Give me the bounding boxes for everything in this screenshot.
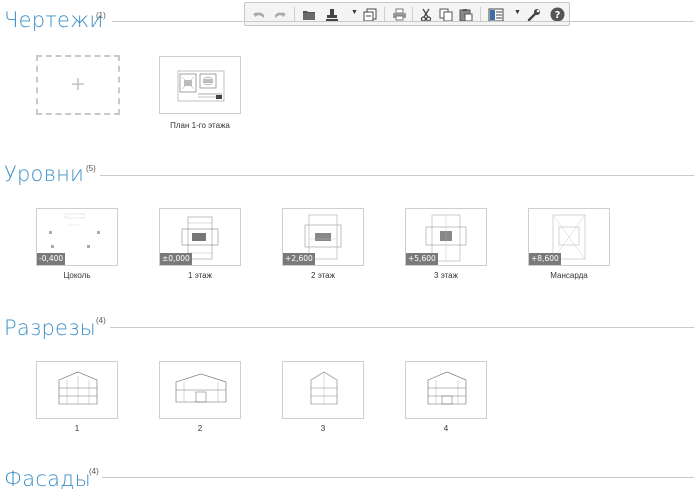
- level-thumbnail[interactable]: +8,600: [528, 208, 610, 266]
- section-view-label: 4: [443, 424, 449, 433]
- toolbar-separator: [294, 7, 295, 22]
- level-thumbnail[interactable]: +2,600: [282, 208, 364, 266]
- level-label: 3 этаж: [434, 271, 458, 280]
- section-divider: [112, 21, 694, 22]
- section-title-levels: Уровни: [4, 162, 85, 186]
- svg-text:?: ?: [554, 10, 560, 21]
- section-count-facades: (4): [89, 467, 99, 476]
- section-divider: [100, 175, 694, 176]
- section-divider: [110, 327, 694, 328]
- elevation-badge: +8,600: [529, 253, 561, 265]
- section-title-sections: Разрезы: [4, 316, 96, 340]
- section-view-label: 2: [197, 424, 203, 433]
- section-view-thumbnail[interactable]: [282, 361, 364, 419]
- level-thumbnail[interactable]: ±0,000: [159, 208, 241, 266]
- section-count-levels: (5): [86, 164, 96, 173]
- stamp-dropdown-icon[interactable]: ▼: [351, 9, 358, 19]
- plus-icon: +: [70, 71, 85, 98]
- toolbar: ▼ ▼ ?: [244, 2, 570, 26]
- level-thumbnail[interactable]: +5,600: [405, 208, 487, 266]
- toolbar-separator: [384, 7, 385, 22]
- section-view-label: 3: [320, 424, 326, 433]
- level-label: Цоколь: [63, 271, 91, 280]
- drawing-label: План 1-го этажа: [170, 121, 230, 130]
- level-thumbnail[interactable]: -0,400: [36, 208, 118, 266]
- add-drawing-button[interactable]: +: [36, 55, 120, 115]
- toolbar-separator: [412, 7, 413, 22]
- level-label: 2 этаж: [311, 271, 335, 280]
- section-view-thumbnail[interactable]: [159, 361, 241, 419]
- section-view-label: 1: [74, 424, 80, 433]
- drawing-thumbnail[interactable]: [159, 56, 241, 114]
- level-label: Мансарда: [550, 271, 588, 280]
- section-count-drawings: (1): [96, 11, 106, 20]
- layout-dropdown-icon[interactable]: ▼: [514, 9, 521, 19]
- level-label: 1 этаж: [188, 271, 212, 280]
- section-divider: [102, 477, 694, 478]
- elevation-badge: +5,600: [406, 253, 438, 265]
- elevation-badge: ±0,000: [160, 253, 192, 265]
- section-title-drawings: Чертежи: [4, 8, 104, 32]
- section-view-thumbnail[interactable]: [405, 361, 487, 419]
- toolbar-separator: [480, 7, 481, 22]
- elevation-badge: -0,400: [37, 253, 66, 265]
- section-view-thumbnail[interactable]: [36, 361, 118, 419]
- elevation-badge: +2,600: [283, 253, 315, 265]
- section-title-facades: Фасады: [4, 467, 91, 491]
- section-count-sections: (4): [96, 316, 106, 325]
